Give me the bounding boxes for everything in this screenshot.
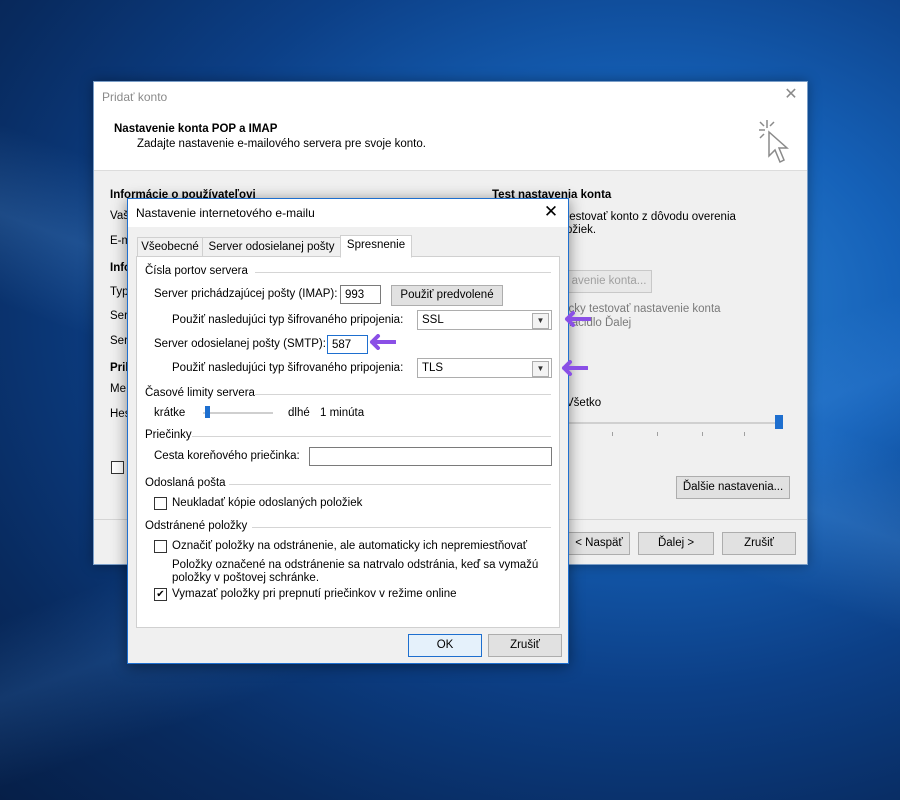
offline-mail-slider-track — [566, 422, 781, 424]
header-subtitle: Zadajte nastavenie e-mailového servera p… — [137, 138, 426, 150]
purge-items-label: Vymazať položky pri prepnutí priečinkov … — [172, 588, 457, 600]
no-sent-copies-label: Neukladať kópie odoslaných položiek — [172, 497, 363, 509]
tab-outgoing-server[interactable]: Server odosielanej pošty — [202, 237, 341, 257]
wizard-cancel-button[interactable]: Zrušiť — [722, 532, 796, 555]
slider-tick — [657, 432, 658, 436]
incoming-encryption-label: Použiť nasledujúci typ šifrovaného pripo… — [172, 314, 404, 326]
annotation-arrow-icon — [370, 334, 396, 350]
outgoing-encryption-value: TLS — [422, 362, 444, 374]
deleted-items-group-title: Odstránené položky — [145, 520, 248, 532]
left-label: Typ — [110, 286, 129, 298]
imap-port-input[interactable]: 993 — [340, 285, 381, 304]
cancel-button[interactable]: Zrušiť — [488, 634, 562, 657]
group-divider — [229, 484, 551, 485]
ok-button[interactable]: OK — [408, 634, 482, 657]
root-folder-input[interactable] — [309, 447, 552, 466]
sent-items-group-title: Odoslaná pošta — [145, 477, 226, 489]
use-defaults-button[interactable]: Použiť predvolené — [391, 285, 503, 306]
left-label: Me — [110, 383, 126, 395]
timeouts-group-title: Časové limity servera — [145, 387, 255, 399]
outgoing-encryption-select[interactable]: TLS ▼ — [417, 358, 552, 378]
tab-advanced[interactable]: Spresnenie — [340, 235, 412, 258]
no-sent-copies-checkbox[interactable] — [154, 497, 167, 510]
mark-for-deletion-label: Označiť položky na odstránenie, ale auto… — [172, 540, 528, 552]
slider-tick — [612, 432, 613, 436]
slider-tick — [702, 432, 703, 436]
internet-email-settings-dialog: Nastavenie internetového e-mailu ✕ Všeob… — [127, 198, 569, 664]
window-title: Pridať konto — [102, 90, 168, 104]
chevron-down-icon[interactable]: ▼ — [532, 313, 549, 329]
test-account-button[interactable]: avenie konta... — [566, 270, 652, 293]
advanced-tab-page: Čísla portov servera Server prichádzajúc… — [136, 256, 560, 628]
offline-mail-slider-thumb[interactable] — [775, 415, 783, 429]
tab-general[interactable]: Všeobecné — [137, 237, 203, 257]
dialog-title: Nastavenie internetového e-mailu — [136, 206, 315, 220]
timeout-long-label: dlhé — [288, 407, 310, 419]
back-button[interactable]: < Naspäť — [568, 532, 630, 555]
timeout-value: 1 minúta — [320, 407, 365, 419]
more-settings-button[interactable]: Ďalšie nastavenia... — [676, 476, 790, 499]
group-divider — [192, 436, 551, 437]
purge-items-checkbox[interactable]: ✔ — [154, 588, 167, 601]
slider-label: Všetko — [566, 397, 602, 409]
timeout-slider-thumb[interactable] — [204, 406, 210, 418]
outgoing-encryption-label: Použiť nasledujúci typ šifrovaného pripo… — [172, 362, 404, 374]
close-icon[interactable]: ✕ — [542, 203, 560, 221]
group-divider — [255, 272, 551, 273]
timeout-short-label: krátke — [154, 407, 186, 419]
root-folder-label: Cesta koreňového priečinka: — [154, 450, 300, 462]
remember-password-checkbox[interactable] — [111, 461, 124, 474]
mark-for-deletion-checkbox[interactable] — [154, 540, 167, 553]
title-bar: Pridať konto ✕ — [94, 82, 807, 112]
annotation-arrow-icon — [562, 360, 588, 376]
smtp-port-label: Server odosielanej pošty (SMTP): — [154, 338, 326, 350]
next-button[interactable]: Ďalej > — [638, 532, 714, 555]
close-icon[interactable]: ✕ — [783, 87, 799, 103]
left-label: Ser — [110, 310, 128, 322]
timeout-slider-track — [203, 412, 273, 414]
group-divider — [252, 527, 551, 528]
slider-tick — [744, 432, 745, 436]
annotation-arrow-icon — [565, 311, 591, 327]
wizard-header: Nastavenie konta POP a IMAP Zadajte nast… — [94, 112, 807, 171]
group-divider — [255, 394, 551, 395]
title-bar: Nastavenie internetového e-mailu ✕ — [128, 199, 568, 227]
folders-group-title: Priečinky — [145, 429, 192, 441]
incoming-encryption-select[interactable]: SSL ▼ — [417, 310, 552, 330]
mark-for-deletion-note: Položky označené na odstránenie sa natrv… — [172, 559, 539, 584]
imap-port-label: Server prichádzajúcej pošty (IMAP): — [154, 288, 338, 300]
test-description: ožiek. — [566, 224, 597, 236]
left-label: Ser — [110, 335, 128, 347]
header-title: Nastavenie konta POP a IMAP — [114, 123, 278, 135]
test-description: testovať konto z dôvodu overenia — [566, 211, 736, 223]
incoming-encryption-value: SSL — [422, 314, 444, 326]
chevron-down-icon[interactable]: ▼ — [532, 361, 549, 377]
cursor-sparkle-icon — [759, 120, 789, 164]
ports-group-title: Čísla portov servera — [145, 265, 248, 277]
